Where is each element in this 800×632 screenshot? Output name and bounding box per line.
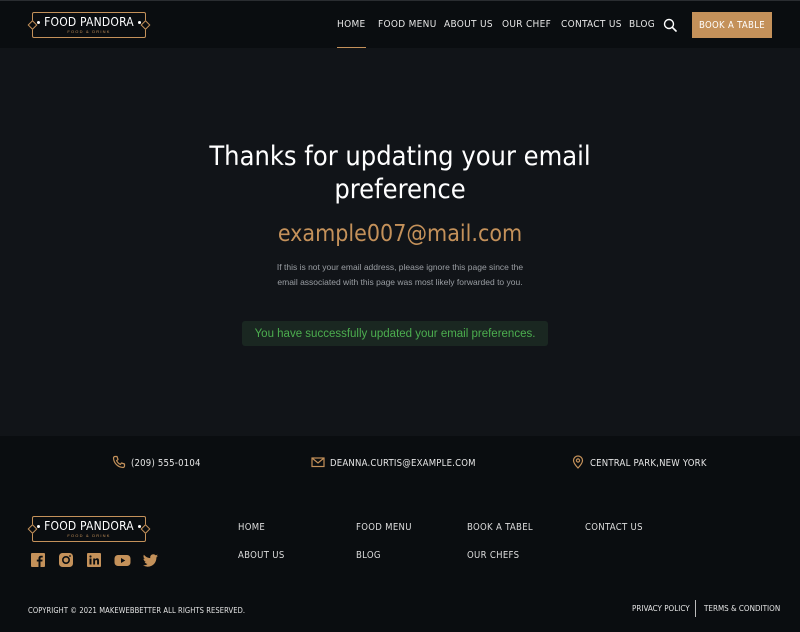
facebook-icon[interactable] — [30, 552, 48, 570]
terms-condition-link[interactable]: TERMS & CONDITION — [704, 604, 780, 613]
phone-icon — [112, 455, 126, 472]
subscriber-email: example007@mail.com — [277, 221, 523, 247]
footer-link-home[interactable]: HOME — [238, 522, 265, 533]
privacy-policy-link[interactable]: PRIVACY POLICY — [632, 604, 690, 613]
twitter-icon[interactable] — [142, 552, 160, 570]
nav-food-menu[interactable]: FOOD MENU — [378, 19, 437, 30]
contact-phone[interactable]: (209) 555-0104 — [112, 455, 201, 472]
address-text: CENTRAL PARK,NEW YORK — [590, 458, 707, 469]
footer-link-our-chefs[interactable]: OUR CHEFS — [467, 550, 519, 561]
nav-our-chef[interactable]: OUR CHEF — [502, 19, 551, 30]
footer-logo[interactable]: FOOD PANDORA FOOD & DRINK — [32, 516, 146, 542]
footer-link-about-us[interactable]: ABOUT US — [238, 550, 285, 561]
book-a-table-button[interactable]: BOOK A TABLE — [692, 12, 772, 38]
site-header: FOOD PANDORA FOOD & DRINK HOME FOOD MENU… — [0, 0, 800, 49]
footer-link-food-menu[interactable]: FOOD MENU — [356, 522, 412, 533]
mail-icon — [311, 455, 325, 472]
footer-link-contact-us[interactable]: CONTACT US — [585, 522, 643, 533]
brand-tagline: FOOD & DRINK — [67, 28, 111, 34]
footer-brand-name: FOOD PANDORA — [44, 518, 134, 533]
brand-logo[interactable]: FOOD PANDORA FOOD & DRINK — [32, 12, 146, 38]
youtube-icon[interactable] — [114, 552, 132, 570]
linkedin-icon[interactable] — [86, 552, 104, 570]
footer-link-blog[interactable]: BLOG — [356, 550, 381, 561]
nav-contact-us[interactable]: CONTACT US — [561, 19, 622, 30]
footer-link-book-a-table[interactable]: BOOK A TABEL — [467, 522, 533, 533]
footer-brand-tagline: FOOD & DRINK — [67, 532, 111, 538]
brand-name: FOOD PANDORA — [44, 14, 134, 29]
contact-address[interactable]: CENTRAL PARK,NEW YORK — [571, 455, 707, 472]
phone-text: (209) 555-0104 — [131, 458, 201, 469]
email-notice: If this is not your email address, pleas… — [276, 262, 524, 287]
email-text: DEANNA.CURTIS@EXAMPLE.COM — [330, 458, 476, 469]
copyright-text: COPYRIGHT © 2021 MAKEWEBBETTER ALL RIGHT… — [28, 606, 246, 615]
page-title: Thanks for updating your email preferenc… — [209, 141, 591, 205]
nav-blog[interactable]: BLOG — [629, 19, 655, 30]
legal-divider — [695, 600, 696, 617]
nav-about-us[interactable]: ABOUT US — [444, 19, 493, 30]
main-content: Thanks for updating your email preferenc… — [0, 48, 800, 436]
contact-strip: (209) 555-0104 DEANNA.CURTIS@EXAMPLE.COM… — [0, 436, 800, 492]
social-links — [30, 552, 160, 570]
search-icon[interactable] — [663, 18, 677, 32]
contact-email[interactable]: DEANNA.CURTIS@EXAMPLE.COM — [311, 455, 476, 472]
nav-home[interactable]: HOME — [337, 19, 366, 49]
instagram-icon[interactable] — [58, 552, 76, 570]
location-pin-icon — [571, 455, 585, 472]
site-footer: FOOD PANDORA FOOD & DRINK HOME FOOD MENU… — [0, 492, 800, 632]
success-message: You have successfully updated your email… — [242, 321, 548, 346]
